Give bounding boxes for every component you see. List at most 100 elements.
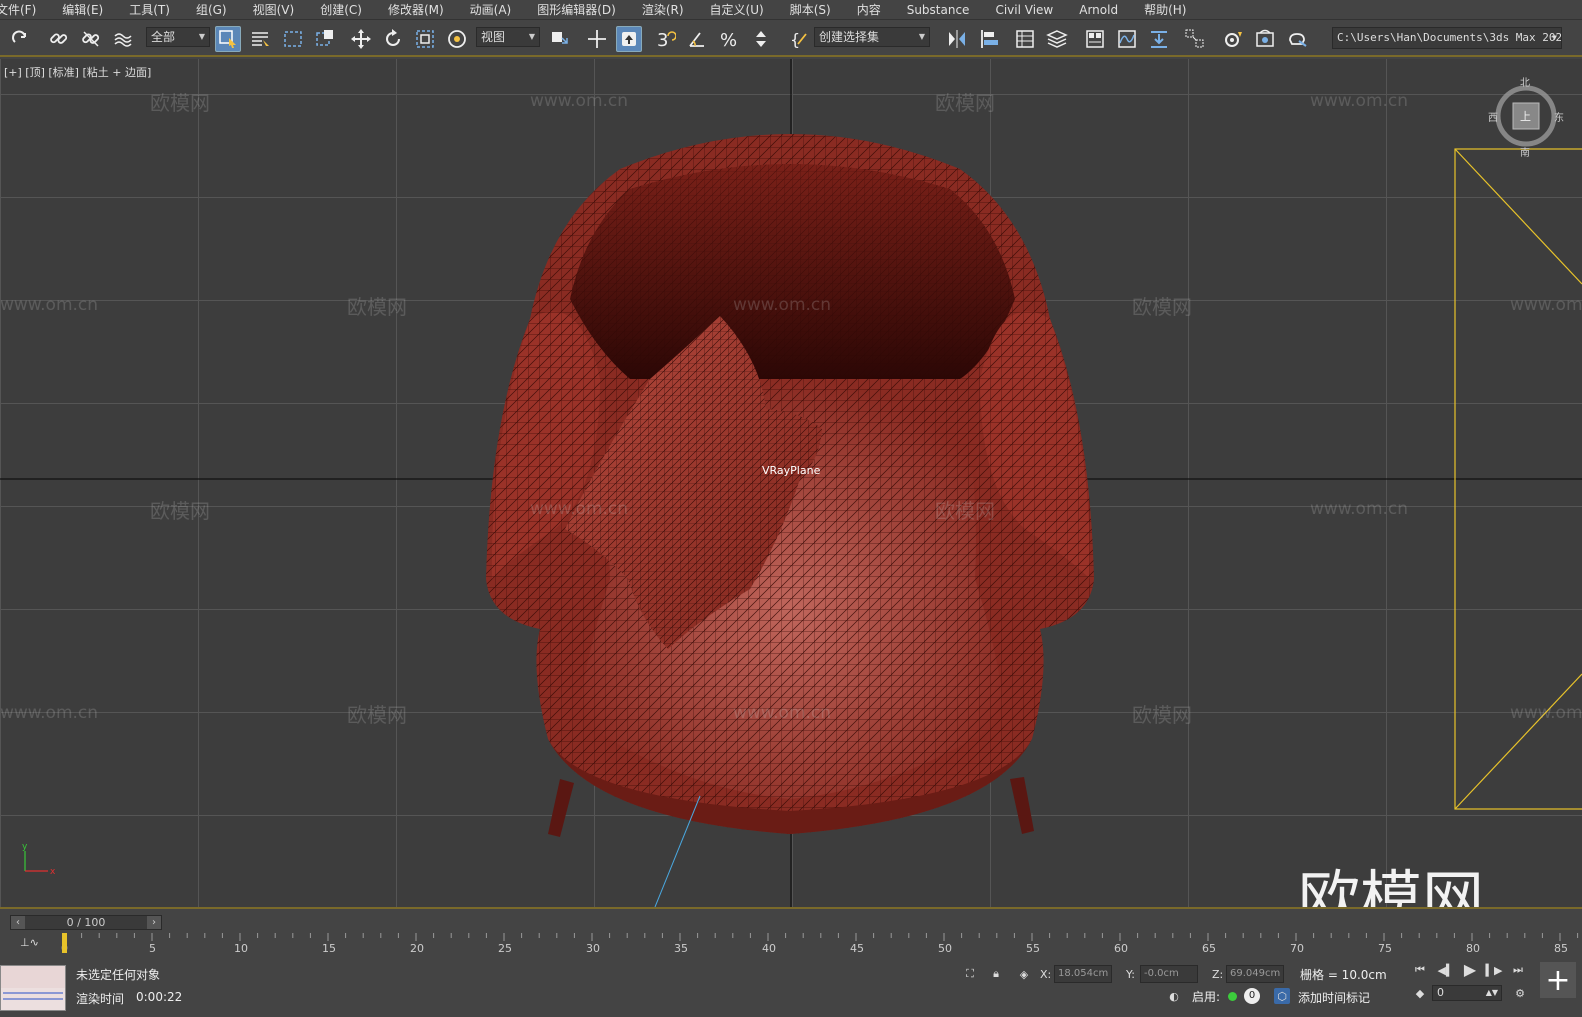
select-object-icon[interactable] xyxy=(215,26,241,52)
menu-item-0[interactable]: 文件(F) xyxy=(0,0,49,19)
viewcube-east: 东 xyxy=(1554,113,1564,124)
enable-count-badge[interactable]: 0 xyxy=(1244,988,1260,1004)
redo-icon[interactable] xyxy=(8,26,34,52)
menu-item-7[interactable]: 动画(A) xyxy=(457,0,525,19)
menu-item-5[interactable]: 创建(C) xyxy=(307,0,375,19)
rendered-frame-window-icon[interactable] xyxy=(1252,26,1278,52)
watermark-text: www.om.cn xyxy=(530,499,629,519)
named-selection-icon[interactable]: { xyxy=(786,26,812,52)
select-manipulate-icon[interactable] xyxy=(584,26,610,52)
timeline-tick-label: 55 xyxy=(1026,942,1040,955)
menu-item-3[interactable]: 组(G) xyxy=(183,0,240,19)
move-icon[interactable] xyxy=(348,26,374,52)
watermark-text: www.om.cn xyxy=(1310,499,1409,519)
go-to-start-icon[interactable]: ⏮ xyxy=(1412,962,1428,978)
key-mode-toggle-icon[interactable]: ◆ xyxy=(1412,985,1428,1001)
absolute-mode-transform-icon[interactable]: ◈ xyxy=(1016,966,1032,982)
adaptive-degradation-icon[interactable]: ◐ xyxy=(1166,988,1182,1004)
mirror-icon[interactable] xyxy=(944,26,970,52)
chair-leg-right xyxy=(1010,777,1034,834)
render-setup-icon[interactable] xyxy=(1220,26,1246,52)
select-by-name-icon[interactable] xyxy=(247,26,273,52)
watermark-text: 欧模网 xyxy=(1132,295,1192,319)
toggle-ribbon-icon[interactable] xyxy=(1082,26,1108,52)
render-production-icon[interactable] xyxy=(1284,26,1310,52)
schematic-view-icon[interactable] xyxy=(1146,26,1172,52)
link-icon[interactable] xyxy=(46,26,72,52)
menu-item-6[interactable]: 修改器(M) xyxy=(375,0,457,19)
brand-watermark: 欧模网 xyxy=(1298,863,1485,907)
time-tag-icon[interactable]: ⬡ xyxy=(1274,988,1290,1004)
watermark-text: 欧模网 xyxy=(150,91,210,115)
project-folder-path[interactable]: C:\Users\Han\Documents\3ds Max 2022 ▼ xyxy=(1332,27,1562,49)
menu-item-8[interactable]: 图形编辑器(D) xyxy=(524,0,629,19)
keyboard-shortcut-override-icon[interactable] xyxy=(616,26,642,52)
snap-toggle-icon[interactable]: 3 xyxy=(652,26,678,52)
maxscript-listener-mini[interactable] xyxy=(0,965,66,1011)
chevron-left-icon[interactable]: ‹ xyxy=(11,916,25,929)
selection-lock-icon[interactable]: 🔒︎ xyxy=(988,966,1004,982)
play-icon[interactable]: ▶ xyxy=(1462,960,1478,979)
layer-explorer-icon[interactable] xyxy=(1044,26,1070,52)
track-bar[interactable]: 0510152025303540455055606570758085 xyxy=(60,933,1582,955)
menu-item-15[interactable]: Arnold xyxy=(1066,0,1131,19)
selection-set-dropdown[interactable]: 创建选择集 ▼ xyxy=(814,27,930,47)
rotate-icon[interactable] xyxy=(380,26,406,52)
viewcube[interactable]: 北 南 西 东 上 xyxy=(1486,76,1566,159)
menu-item-11[interactable]: 脚本(S) xyxy=(777,0,844,19)
next-frame-icon[interactable]: ▍▶︎ xyxy=(1486,962,1503,978)
viewport-label[interactable]: [+] [顶] [标准] [粘土 + 边面] xyxy=(4,64,151,80)
menu-item-14[interactable]: Civil View xyxy=(982,0,1066,19)
current-frame-marker[interactable] xyxy=(62,933,67,953)
main-toolbar: 全部 ▼ 视图 ▼ 3 % { 创建选择集 ▼ C:\Users\Han\Docume… xyxy=(0,20,1582,57)
isolate-selection-icon[interactable]: ⛶ xyxy=(962,966,978,982)
previous-frame-icon[interactable]: ◀︎▍ xyxy=(1438,962,1455,978)
timeline-tick-label: 30 xyxy=(586,942,600,955)
selection-filter-dropdown[interactable]: 全部 ▼ xyxy=(146,27,210,47)
unlink-icon[interactable] xyxy=(78,26,104,52)
menu-item-10[interactable]: 自定义(U) xyxy=(697,0,777,19)
time-configuration-icon[interactable]: ⚙ xyxy=(1512,985,1528,1001)
curve-editor-icon[interactable] xyxy=(1114,26,1140,52)
add-time-tag[interactable]: 添加时间标记 xyxy=(1298,989,1370,1006)
menu-item-9[interactable]: 渲染(R) xyxy=(629,0,697,19)
current-frame-field[interactable]: 0 ▲▼ xyxy=(1432,985,1502,1001)
z-coordinate-field[interactable]: 69.049cm xyxy=(1226,965,1284,983)
menu-item-16[interactable]: 帮助(H) xyxy=(1131,0,1199,19)
timeline-tick-label: 50 xyxy=(938,942,952,955)
y-label: Y: xyxy=(1126,968,1135,981)
window-crossing-icon[interactable] xyxy=(312,26,338,52)
y-coordinate-field[interactable]: -0.0cm xyxy=(1140,965,1198,983)
menu-item-13[interactable]: Substance xyxy=(894,0,983,19)
scale-icon[interactable] xyxy=(412,26,438,52)
align-icon[interactable] xyxy=(976,26,1002,52)
placement-icon[interactable] xyxy=(444,26,470,52)
viewport-top[interactable]: y x 北 南 西 东 上 欧模网 www.om.cn 欧模网 www.om.cn ww… xyxy=(0,59,1582,907)
menu-item-4[interactable]: 视图(V) xyxy=(240,0,308,19)
menu-item-1[interactable]: 编辑(E) xyxy=(49,0,116,19)
angle-snap-icon[interactable] xyxy=(684,26,710,52)
timeline-tick-label: 60 xyxy=(1114,942,1128,955)
z-label: Z: xyxy=(1212,968,1224,981)
pivot-center-icon[interactable] xyxy=(546,26,572,52)
x-coordinate-field[interactable]: 18.054cm xyxy=(1054,965,1112,983)
time-slider-position: 0 / 100 xyxy=(66,916,106,929)
go-to-end-icon[interactable]: ⏭ xyxy=(1510,962,1526,978)
time-slider[interactable]: ‹ 0 / 100 › xyxy=(10,915,162,930)
watermark-text: www.om.cn xyxy=(0,295,99,315)
mini-curve-editor-icon[interactable]: ⊥∿ xyxy=(20,936,39,950)
rectangle-selection-icon[interactable] xyxy=(280,26,306,52)
bind-spacewarp-icon[interactable] xyxy=(110,26,136,52)
selection-status: 未选定任何对象 xyxy=(76,968,161,982)
reference-coordinate-dropdown[interactable]: 视图 ▼ xyxy=(476,27,540,47)
chevron-right-icon[interactable]: › xyxy=(147,916,161,929)
menu-item-12[interactable]: 内容 xyxy=(844,0,894,19)
spinner-snap-icon[interactable] xyxy=(748,26,774,52)
scene-explorer-icon[interactable] xyxy=(1012,26,1038,52)
menu-item-2[interactable]: 工具(T) xyxy=(116,0,183,19)
timeline-bar: ‹ 0 / 100 › ⊥∿ 0510152025303540455055606… xyxy=(0,907,1582,957)
percent-snap-icon[interactable]: % xyxy=(716,26,742,52)
svg-text:{: { xyxy=(790,30,800,49)
material-editor-icon[interactable] xyxy=(1182,26,1208,52)
add-button[interactable]: + xyxy=(1540,962,1576,998)
